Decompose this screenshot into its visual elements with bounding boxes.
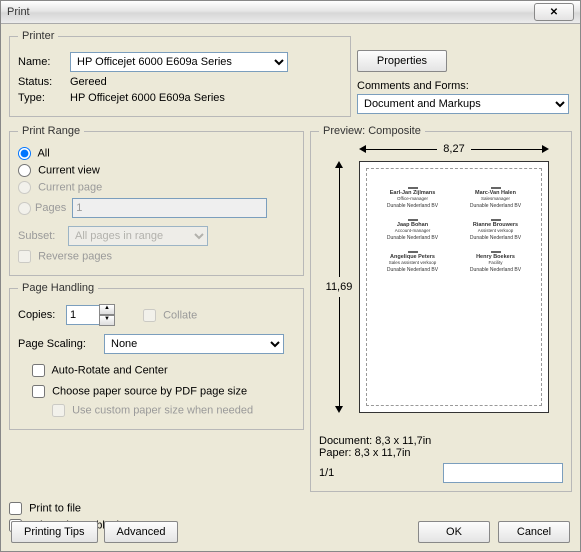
ok-button[interactable]: OK [418, 521, 490, 543]
document-size-label: Document: 8,3 x 11,7in [319, 435, 563, 447]
preview-width-value: 8,27 [437, 143, 470, 155]
page-indicator: 1/1 [319, 467, 334, 479]
choose-paper-check[interactable] [32, 385, 45, 398]
print-to-file-check[interactable] [9, 502, 22, 515]
paper-size-label: Paper: 8,3 x 11,7in [319, 447, 563, 459]
page-handling-legend: Page Handling [18, 282, 98, 294]
page-inner: Earl-Jan ZijlmansOffice-managerDunable N… [366, 168, 542, 406]
arrow-left-icon [359, 145, 366, 153]
scaling-label: Page Scaling: [18, 338, 104, 350]
preview-height-value: 11,69 [326, 277, 353, 297]
radio-current-page-label: Current page [18, 181, 102, 194]
titlebar: Print ✕ [1, 1, 580, 24]
printing-tips-button[interactable]: Printing Tips [11, 521, 98, 543]
choose-paper-label[interactable]: Choose paper source by PDF page size [32, 385, 247, 398]
reverse-pages-label: Reverse pages [18, 250, 112, 263]
spin-down-icon[interactable]: ▼ [99, 315, 115, 326]
radio-pages-label: Pages [18, 202, 66, 215]
radio-all-label[interactable]: All [18, 147, 50, 160]
arrow-up-icon [335, 161, 343, 168]
pages-input [72, 198, 267, 218]
arrow-down-icon [335, 406, 343, 413]
subset-label: Subset: [18, 230, 68, 242]
radio-all[interactable] [18, 147, 31, 160]
collate-check [143, 309, 156, 322]
subset-select: All pages in range [68, 226, 208, 246]
custom-paper-check [52, 404, 65, 417]
window-title: Print [7, 6, 30, 18]
radio-current-page [18, 181, 31, 194]
preview-legend: Preview: Composite [319, 125, 425, 137]
printer-legend: Printer [18, 30, 58, 42]
preview-card: Angelique PetersSales assistent verkoopD… [375, 247, 450, 279]
preview-card: Earl-Jan ZijlmansOffice-managerDunable N… [375, 183, 450, 215]
print-dialog: Print ✕ Printer Name: HP Officejet 6000 … [0, 0, 581, 552]
status-label: Status: [18, 76, 70, 88]
collate-label: Collate [143, 309, 197, 322]
type-value: HP Officejet 6000 E609a Series [70, 92, 225, 104]
autorotate-label[interactable]: Auto-Rotate and Center [32, 364, 168, 377]
dialog-content: Printer Name: HP Officejet 6000 E609a Se… [1, 24, 580, 544]
status-value: Gereed [70, 76, 107, 88]
copies-spinner[interactable]: ▲ ▼ [66, 304, 115, 326]
printer-name-select[interactable]: HP Officejet 6000 E609a Series [70, 52, 288, 72]
close-icon: ✕ [550, 7, 558, 18]
print-range-legend: Print Range [18, 125, 84, 137]
name-label: Name: [18, 56, 70, 68]
preview-area: 8,27 11,69 Earl-Jan ZijlmansOffice-manag… [319, 143, 549, 431]
page-outline: Earl-Jan ZijlmansOffice-managerDunable N… [359, 161, 549, 413]
dim-vertical: 11,69 [319, 161, 359, 413]
print-to-file-label[interactable]: Print to file [9, 502, 81, 515]
preview-card: Henry BoekersFacilityDunable Nederland B… [458, 247, 533, 279]
type-label: Type: [18, 92, 70, 104]
comments-label: Comments and Forms: [357, 80, 572, 92]
custom-paper-label: Use custom paper size when needed [52, 404, 253, 417]
reverse-pages-check [18, 250, 31, 263]
page-handling-group: Page Handling Copies: ▲ ▼ Collat [9, 282, 304, 430]
print-range-group: Print Range All Current view [9, 125, 304, 276]
radio-current-view-label[interactable]: Current view [18, 164, 100, 177]
radio-current-view[interactable] [18, 164, 31, 177]
advanced-button[interactable]: Advanced [104, 521, 179, 543]
preview-card: Marc-Van HalenSalesmanagerDunable Nederl… [458, 183, 533, 215]
scaling-select[interactable]: None [104, 334, 284, 354]
copies-input[interactable] [66, 305, 100, 325]
close-button[interactable]: ✕ [534, 3, 574, 21]
autorotate-check[interactable] [32, 364, 45, 377]
preview-group: Preview: Composite 8,27 11,69 [310, 125, 572, 492]
dialog-buttons: Printing Tips Advanced OK Cancel [11, 521, 570, 543]
preview-card: Rianne BrouwersAssistent verkoopDunable … [458, 215, 533, 247]
arrow-right-icon [542, 145, 549, 153]
properties-button[interactable]: Properties [357, 50, 447, 72]
radio-pages [18, 202, 31, 215]
copies-label: Copies: [18, 309, 66, 321]
zoom-input[interactable] [443, 463, 563, 483]
dim-horizontal: 8,27 [359, 143, 549, 155]
printer-group: Printer Name: HP Officejet 6000 E609a Se… [9, 30, 351, 117]
cancel-button[interactable]: Cancel [498, 521, 570, 543]
preview-card: Jaap BohanAccount-managerDunable Nederla… [375, 215, 450, 247]
comments-select[interactable]: Document and Markups [357, 94, 569, 114]
spin-up-icon[interactable]: ▲ [99, 304, 115, 315]
